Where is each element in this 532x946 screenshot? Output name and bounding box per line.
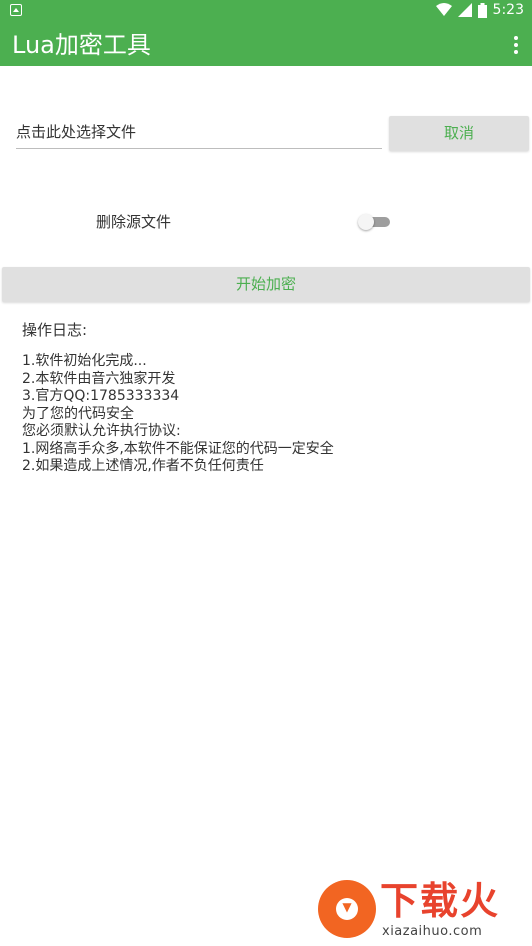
log-list: 1.软件初始化完成... 2.本软件由音六独家开发 3.官方QQ:1785333… [22, 353, 522, 476]
cancel-button[interactable]: 取消 [389, 116, 529, 151]
delete-source-toggle[interactable] [358, 214, 390, 230]
status-bar: 5:23 [0, 0, 532, 24]
log-line: 1.软件初始化完成... [22, 353, 147, 369]
battery-icon [477, 2, 487, 18]
start-encrypt-button[interactable]: 开始加密 [2, 267, 530, 302]
file-select-field[interactable]: 点击此处选择文件 [16, 116, 382, 149]
app-toolbar: Lua加密工具 [0, 24, 532, 66]
watermark-domain: xiazaihuo.com [382, 924, 483, 939]
arrow-down-icon: ▼ [342, 900, 352, 914]
log-title: 操作日志: [22, 321, 88, 339]
log-line: 2.如果造成上述情况,作者不负任何责任 [22, 458, 264, 474]
wifi-icon [435, 3, 452, 16]
log-line: 您必须默认允许执行协议: [22, 423, 181, 439]
delete-source-label: 删除源文件 [96, 213, 172, 231]
status-icons: 5:23 [435, 2, 524, 18]
log-line: 为了您的代码安全 [22, 405, 134, 422]
notification-icon [10, 4, 22, 16]
signal-icon [457, 3, 472, 17]
status-time: 5:23 [492, 2, 524, 18]
watermark-text: 下载火 [380, 879, 501, 923]
log-line: 2.本软件由音六独家开发 [22, 370, 176, 387]
toggle-thumb [358, 214, 374, 230]
app-title: Lua加密工具 [12, 31, 151, 59]
log-line: 3.官方QQ:1785333334 [22, 388, 180, 404]
more-vert-icon[interactable] [512, 36, 520, 56]
watermark-logo: ▼ 下载火 xiazaihuo.com [318, 878, 530, 942]
log-line: 1.网络高手众多,本软件不能保证您的代码一定安全 [22, 440, 334, 457]
